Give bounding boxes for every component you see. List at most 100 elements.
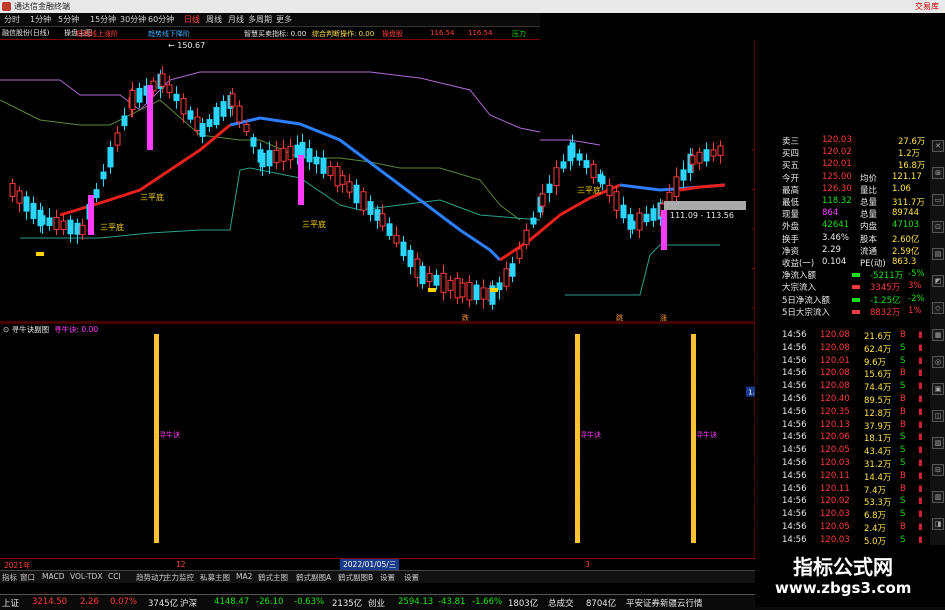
menu-item-1[interactable]: 1分钟 (30, 14, 51, 25)
tick-dir-icon: ▮ (918, 394, 923, 404)
menu-item-5[interactable]: 60分钟 (148, 14, 174, 25)
tick-row: 14:56 120.03 6.8万 S ▮ (782, 509, 923, 522)
side-tool-icon[interactable]: ⊡ (932, 221, 944, 233)
candle (180, 98, 187, 115)
side-tool-icon[interactable]: ▦ (932, 329, 944, 341)
candle (159, 73, 166, 87)
indicator-tab-9[interactable]: 鹤式主图 (258, 572, 288, 583)
side-tool-icon[interactable]: ⊟ (932, 464, 944, 476)
side-tool-icon[interactable]: ◨ (932, 518, 944, 530)
candle (643, 213, 650, 223)
side-tool-icon[interactable]: ▣ (932, 383, 944, 395)
status-item: 平安证券新疆云行情 (626, 599, 703, 609)
side-tool-icon[interactable]: ◫ (932, 410, 944, 422)
candle (560, 161, 567, 169)
indicator-tab-5[interactable]: 趋势动力 (136, 572, 166, 583)
menu-item-4[interactable]: 30分钟 (120, 14, 146, 25)
tick-dir-icon: ▮ (918, 381, 923, 392)
time-right: 3 (585, 560, 590, 569)
candle (229, 93, 236, 107)
candle (650, 208, 657, 221)
signal-marker (36, 252, 44, 256)
tick-dir-icon: ▮ (918, 445, 923, 456)
menu-item-0[interactable]: 分时 (4, 14, 20, 25)
candle (360, 191, 367, 211)
candle (93, 189, 100, 199)
menu-item-3[interactable]: 15分钟 (90, 14, 116, 25)
tick-dir-icon: ▮ (918, 330, 923, 340)
indicator-tab-8[interactable]: MA2 (236, 572, 252, 581)
indicator-tab-1[interactable]: 窗口 (20, 572, 35, 583)
flow-row: 5日净流入额 -1.25亿 -2% (782, 293, 925, 306)
quote-row: 买五 120.01 16.8万 (782, 159, 926, 172)
candle (199, 123, 206, 137)
candle (459, 282, 466, 298)
menu-item-2[interactable]: 5分钟 (58, 14, 79, 25)
signal-bar-label: 寻牛诀 (159, 430, 180, 439)
candle (620, 204, 627, 219)
candle (710, 149, 717, 157)
menu-item-8[interactable]: 月线 (228, 14, 244, 25)
tick-row: 14:56 120.35 12.8万 B ▮ (782, 406, 923, 419)
tick-dir-icon: ▮ (918, 458, 923, 468)
pink-signal-bar (88, 195, 94, 235)
tick-row: 14:56 120.03 31.2万 S ▮ (782, 458, 923, 470)
candle (689, 155, 696, 165)
candle (30, 202, 37, 220)
candle (187, 110, 194, 120)
trade-link[interactable]: 交易库 (915, 1, 939, 12)
candle (339, 175, 346, 185)
side-tool-icon[interactable]: ▭ (932, 194, 944, 206)
flow-row: 净流入额 -5211万 -5% (782, 269, 925, 282)
side-tool-icon[interactable]: ◩ (932, 275, 944, 287)
menu-item-10[interactable]: 更多 (276, 14, 292, 25)
indicator-tab-10[interactable]: 鹤式副图A (296, 572, 331, 583)
indicator-tab-2[interactable]: MACD (42, 572, 64, 581)
indicator-tab-3[interactable]: VOL-TDX (70, 572, 102, 581)
info-item-2: 智慧买卖指标: 0.00 (244, 30, 307, 38)
indicator-tab-13[interactable]: 设置 (404, 572, 419, 583)
quote-row: 净资 2.29 流通 2.59亿 (782, 244, 920, 257)
watermark-title: 指标公式网 (793, 555, 893, 579)
sub-indicator-chart[interactable]: ⊙ 寻牛诀副图寻牛诀: 0.002.001.801.601.401.201.00… (0, 323, 755, 558)
side-tool-icon[interactable]: ▤ (932, 248, 944, 260)
menu-item-9[interactable]: 多周期 (248, 14, 272, 25)
candle (79, 224, 86, 236)
high-label: ← 150.67 (168, 41, 205, 50)
status-item: -1.66% (472, 597, 503, 607)
candle (717, 145, 724, 156)
indicator-tab-4[interactable]: CCI (108, 572, 121, 581)
bottom-mark: 跌 (462, 313, 469, 322)
side-tool-icon[interactable]: ▥ (932, 491, 944, 503)
side-tool-icon[interactable]: ✕ (932, 140, 944, 152)
quote-row: 换手 3.46% 股本 2.60亿 (782, 232, 920, 245)
quote-row: 收益(一) 0.104 PE(动) 863.3 (782, 257, 917, 269)
indicator-tab-11[interactable]: 鹤式副图B (338, 572, 373, 583)
menu-item-7[interactable]: 周线 (206, 14, 222, 25)
signal-marker (428, 288, 436, 292)
tick-row: 14:56 120.05 2.4万 B ▮ (782, 522, 923, 534)
side-tool-icon[interactable]: ▧ (932, 437, 944, 449)
pink-signal-bar (661, 210, 667, 250)
side-tool-icon[interactable]: ◇ (932, 302, 944, 314)
indicator-tab-6[interactable]: 主力监控 (164, 572, 194, 583)
indicator-tab-7[interactable]: 私募主图 (200, 572, 230, 583)
info-item-0: 短线线上涨阶 (76, 30, 118, 38)
flow-bar-icon (852, 285, 860, 290)
tick-dir-icon: ▮ (918, 342, 923, 353)
candle (346, 181, 353, 193)
indicator-tab-0[interactable]: 指标 (2, 572, 17, 583)
candlestick-chart[interactable]: 125.0120.0115.0110.0105.0100.095.0090.00… (0, 40, 755, 323)
quote-row: 现量 864 总量 89744 (782, 208, 920, 221)
flow-bar-icon (852, 309, 860, 314)
side-toolbar: ✕⊞▭⊡▤◩◇▦◎▣◫▧⊟▥◨▩ (930, 140, 945, 580)
indicator-tab-12[interactable]: 设置 (380, 572, 395, 583)
candle (553, 167, 560, 187)
menu-item-6[interactable]: 日线 (184, 14, 200, 25)
side-tool-icon[interactable]: ◎ (932, 356, 944, 368)
side-tool-icon[interactable]: ⊞ (932, 167, 944, 179)
tick-dir-icon: ▮ (918, 368, 923, 379)
signal-bar-label: 寻牛诀 (580, 430, 601, 439)
candle (426, 273, 433, 283)
status-item: 2135亿 (332, 599, 363, 609)
